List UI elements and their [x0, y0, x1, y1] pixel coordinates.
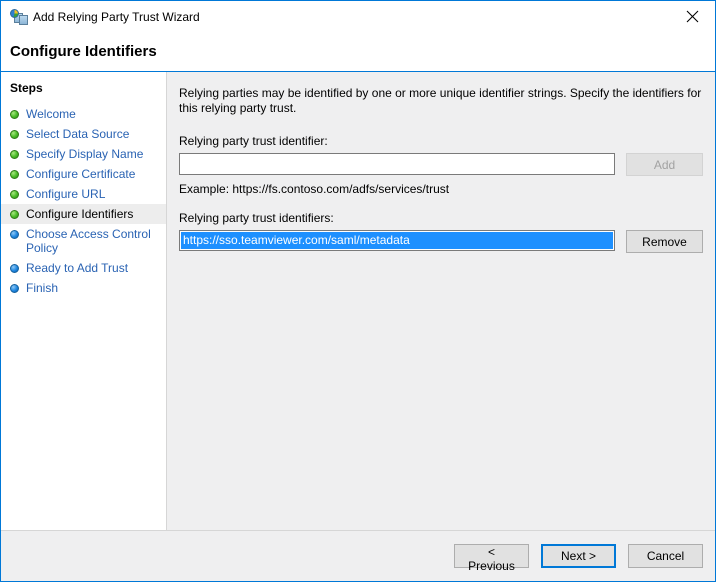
sidebar-item-specify-display-name[interactable]: Specify Display Name	[1, 144, 166, 164]
identifier-input[interactable]	[179, 153, 615, 175]
cancel-button[interactable]: Cancel	[628, 544, 703, 568]
body-container: Steps Welcome Select Data Source Specify…	[1, 72, 715, 530]
sidebar-item-label: Select Data Source	[26, 127, 130, 141]
sidebar-item-label: Configure Certificate	[26, 167, 136, 181]
previous-button[interactable]: < Previous	[454, 544, 529, 573]
sidebar-item-label: Specify Display Name	[26, 147, 144, 161]
sidebar-item-label: Choose Access Control Policy	[26, 227, 151, 255]
sidebar-item-label: Configure URL	[26, 187, 106, 201]
next-button[interactable]: Next >	[541, 544, 616, 568]
footer-bar: < Previous Next > Cancel	[1, 530, 715, 581]
example-text: Example: https://fs.contoso.com/adfs/ser…	[179, 182, 450, 196]
steps-heading: Steps	[10, 81, 43, 95]
remove-button[interactable]: Remove	[626, 230, 703, 253]
sidebar-item-select-data-source[interactable]: Select Data Source	[1, 124, 166, 144]
intro-text: Relying parties may be identified by one…	[179, 86, 702, 115]
wizard-window: Add Relying Party Trust Wizard Configure…	[0, 0, 716, 582]
sidebar-item-ready-to-add-trust[interactable]: Ready to Add Trust	[1, 258, 166, 278]
title-bar: Add Relying Party Trust Wizard	[1, 1, 715, 32]
list-item[interactable]: https://sso.teamviewer.com/saml/metadata	[181, 232, 613, 249]
step-bullet-icon	[10, 190, 19, 199]
step-bullet-icon	[10, 284, 19, 293]
sidebar-item-configure-url[interactable]: Configure URL	[1, 184, 166, 204]
identifier-input-row: Add	[179, 153, 703, 176]
step-bullet-icon	[10, 230, 19, 239]
sidebar-item-configure-identifiers[interactable]: Configure Identifiers	[1, 204, 166, 224]
sidebar-item-label: Welcome	[26, 107, 76, 121]
page-title: Configure Identifiers	[1, 32, 715, 72]
identifiers-list-label: Relying party trust identifiers:	[179, 211, 334, 225]
steps-sidebar: Steps Welcome Select Data Source Specify…	[1, 72, 167, 530]
trust-relationship-icon	[10, 8, 28, 25]
sidebar-item-label: Finish	[26, 281, 59, 295]
sidebar-item-welcome[interactable]: Welcome	[1, 104, 166, 124]
step-bullet-icon	[10, 210, 19, 219]
window-title: Add Relying Party Trust Wizard	[33, 9, 200, 24]
add-button[interactable]: Add	[626, 153, 703, 176]
sidebar-item-configure-certificate[interactable]: Configure Certificate	[1, 164, 166, 184]
identifiers-list-row: https://sso.teamviewer.com/saml/metadata…	[179, 230, 703, 516]
step-bullet-icon	[10, 130, 19, 139]
step-bullet-icon	[10, 264, 19, 273]
sidebar-item-choose-access-control-policy[interactable]: Choose Access Control Policy	[1, 224, 166, 258]
sidebar-item-label: Configure Identifiers	[26, 207, 134, 221]
sidebar-item-finish[interactable]: Finish	[1, 278, 166, 298]
step-bullet-icon	[10, 170, 19, 179]
identifier-field-label: Relying party trust identifier:	[179, 134, 328, 148]
step-bullet-icon	[10, 150, 19, 159]
close-icon[interactable]	[670, 1, 715, 31]
sidebar-item-label: Ready to Add Trust	[26, 261, 129, 275]
step-bullet-icon	[10, 110, 19, 119]
identifiers-listbox[interactable]: https://sso.teamviewer.com/saml/metadata	[179, 230, 615, 251]
content-panel: Relying parties may be identified by one…	[167, 72, 715, 530]
